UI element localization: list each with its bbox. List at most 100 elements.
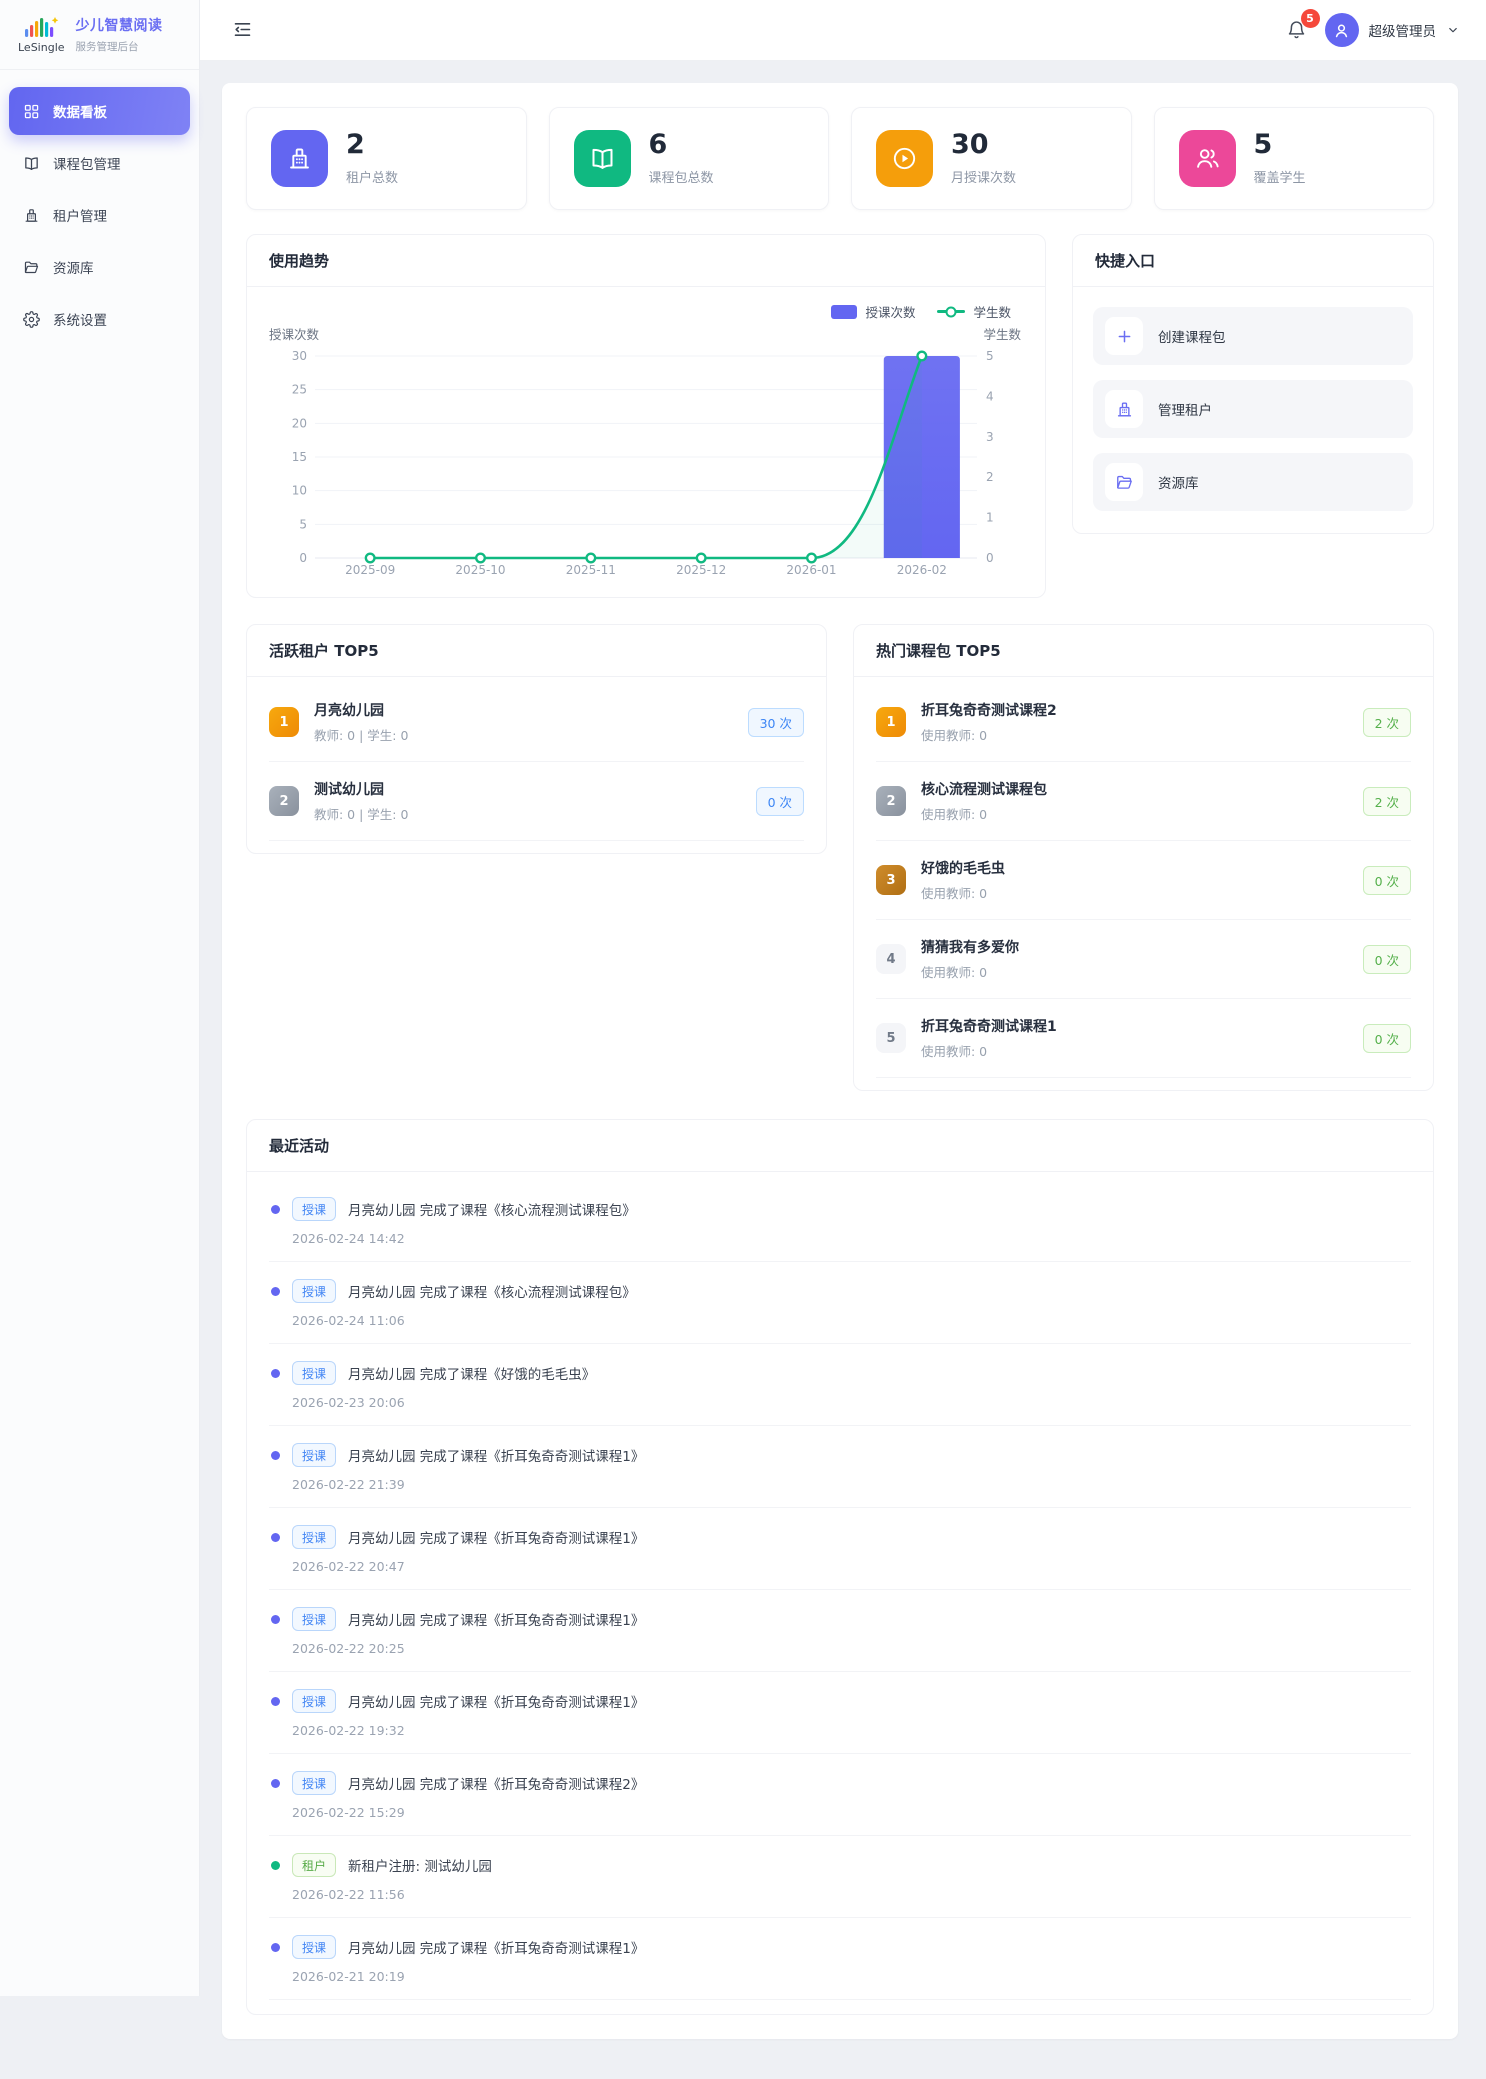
svg-text:20: 20 bbox=[292, 416, 307, 430]
brand-logo-text: LeSingle bbox=[18, 41, 65, 54]
activity-time: 2026-02-22 20:47 bbox=[292, 1559, 1411, 1574]
sidebar-item-label: 资源库 bbox=[53, 257, 94, 277]
package-row: 2 核心流程测试课程包 使用教师: 0 2 次 bbox=[876, 762, 1411, 841]
tenant-row: 2 测试幼儿园 教师: 0 | 学生: 0 0 次 bbox=[269, 762, 804, 841]
activity-text: 月亮幼儿园 完成了课程《折耳兔奇奇测试课程1》 bbox=[348, 1937, 644, 1957]
activity-item: 授课 月亮幼儿园 完成了课程《折耳兔奇奇测试课程1》 2026-02-21 20… bbox=[269, 1918, 1411, 2000]
brand-subtitle: 服务管理后台 bbox=[76, 39, 163, 54]
sidebar-item[interactable]: 资源库 bbox=[9, 243, 190, 291]
sidebar-item[interactable]: 系统设置 bbox=[9, 295, 190, 343]
svg-text:2025-11: 2025-11 bbox=[566, 563, 616, 577]
users-icon bbox=[1179, 130, 1236, 187]
tenant-meta: 教师: 0 | 学生: 0 bbox=[314, 804, 408, 823]
book-icon bbox=[23, 155, 40, 172]
activity-time: 2026-02-24 14:42 bbox=[292, 1231, 1411, 1246]
stat-label: 课程包总数 bbox=[649, 167, 714, 186]
trend-chart-svg: 051015202530012345授课次数学生数2025-092025-102… bbox=[267, 325, 1023, 583]
hot-packages-title: 热门课程包 TOP5 bbox=[854, 625, 1433, 677]
dashboard-panel: 2 租户总数 6 课程包总数 bbox=[222, 83, 1458, 2039]
activity-text: 月亮幼儿园 完成了课程《折耳兔奇奇测试课程1》 bbox=[348, 1527, 644, 1547]
activity-item: 授课 月亮幼儿园 完成了课程《折耳兔奇奇测试课程1》 2026-02-22 20… bbox=[269, 1508, 1411, 1590]
brand-title: 少儿智慧阅读 bbox=[76, 15, 163, 35]
sidebar-item[interactable]: 课程包管理 bbox=[9, 139, 190, 187]
brand-logo-block: LeSingle bbox=[18, 15, 65, 54]
quick-entry-item[interactable]: 资源库 bbox=[1093, 453, 1413, 511]
quick-entry-item[interactable]: 创建课程包 bbox=[1093, 307, 1413, 365]
quick-entry-label: 资源库 bbox=[1158, 472, 1199, 492]
sidebar-item-label: 租户管理 bbox=[53, 205, 107, 225]
package-name: 核心流程测试课程包 bbox=[921, 779, 1047, 799]
activity-type-badge: 授课 bbox=[292, 1197, 336, 1221]
legend-label: 学生数 bbox=[973, 302, 1011, 321]
svg-text:0: 0 bbox=[299, 551, 307, 565]
activity-time: 2026-02-22 21:39 bbox=[292, 1477, 1411, 1492]
tenant-name: 月亮幼儿园 bbox=[314, 700, 408, 720]
package-name: 折耳兔奇奇测试课程1 bbox=[921, 1016, 1057, 1036]
rank-badge: 4 bbox=[876, 944, 906, 974]
folder-icon bbox=[1105, 463, 1143, 501]
package-row: 4 猜猜我有多爱你 使用教师: 0 0 次 bbox=[876, 920, 1411, 999]
legend-label: 授课次数 bbox=[865, 302, 915, 321]
rank-badge: 1 bbox=[269, 707, 299, 737]
usage-trend-title: 使用趋势 bbox=[247, 235, 1045, 287]
usage-trend-chart: 授课次数 学生数 051015202530012345授课次数学生数2025-0… bbox=[247, 287, 1045, 597]
activity-type-badge: 租户 bbox=[292, 1853, 336, 1877]
user-name: 超级管理员 bbox=[1369, 20, 1437, 40]
svg-text:25: 25 bbox=[292, 383, 307, 397]
activity-text: 新租户注册: 测试幼儿园 bbox=[348, 1855, 492, 1875]
sidebar-collapse-button[interactable] bbox=[232, 19, 254, 41]
activity-type-badge: 授课 bbox=[292, 1607, 336, 1631]
usage-trend-card: 使用趋势 授课次数 学生数 bbox=[246, 234, 1046, 598]
quick-entry-item[interactable]: 管理租户 bbox=[1093, 380, 1413, 438]
stat-label: 覆盖学生 bbox=[1254, 167, 1306, 186]
package-meta: 使用教师: 0 bbox=[921, 1041, 1057, 1060]
activity-text: 月亮幼儿园 完成了课程《折耳兔奇奇测试课程1》 bbox=[348, 1445, 644, 1465]
svg-text:授课次数: 授课次数 bbox=[269, 327, 320, 342]
content-area: 2 租户总数 6 课程包总数 bbox=[200, 61, 1486, 2079]
chevron-down-icon bbox=[1446, 23, 1460, 37]
stats-row: 2 租户总数 6 课程包总数 bbox=[246, 107, 1434, 210]
package-count-badge: 2 次 bbox=[1363, 708, 1411, 737]
activity-item: 授课 月亮幼儿园 完成了课程《核心流程测试课程包》 2026-02-24 11:… bbox=[269, 1262, 1411, 1344]
rank-badge: 2 bbox=[876, 786, 906, 816]
tenant-count-badge: 30 次 bbox=[748, 708, 804, 737]
svg-text:0: 0 bbox=[986, 551, 994, 565]
sidebar-item[interactable]: 数据看板 bbox=[9, 87, 190, 135]
recent-activity-list: 授课 月亮幼儿园 完成了课程《核心流程测试课程包》 2026-02-24 14:… bbox=[247, 1172, 1433, 2014]
book-icon bbox=[574, 130, 631, 187]
recent-activity-title: 最近活动 bbox=[247, 1120, 1433, 1172]
package-meta: 使用教师: 0 bbox=[921, 962, 1019, 981]
stat-value: 6 bbox=[649, 131, 714, 159]
quick-entry-label: 创建课程包 bbox=[1158, 326, 1226, 346]
svg-text:学生数: 学生数 bbox=[983, 327, 1021, 342]
active-tenants-card: 活跃租户 TOP5 1 月亮幼儿园 教师: 0 | 学生: 0 30 次 bbox=[246, 624, 827, 854]
activity-text: 月亮幼儿园 完成了课程《折耳兔奇奇测试课程1》 bbox=[348, 1609, 644, 1629]
svg-text:5: 5 bbox=[299, 517, 307, 531]
avatar bbox=[1325, 13, 1359, 47]
user-menu[interactable]: 超级管理员 bbox=[1325, 13, 1461, 47]
active-tenants-title: 活跃租户 TOP5 bbox=[247, 625, 826, 677]
package-row: 5 折耳兔奇奇测试课程1 使用教师: 0 0 次 bbox=[876, 999, 1411, 1078]
legend-item[interactable]: 学生数 bbox=[937, 302, 1011, 321]
activity-type-badge: 授课 bbox=[292, 1689, 336, 1713]
activity-dot bbox=[271, 1369, 280, 1378]
folder-icon bbox=[23, 259, 40, 276]
activity-dot bbox=[271, 1615, 280, 1624]
svg-text:3: 3 bbox=[986, 430, 994, 444]
activity-item: 授课 月亮幼儿园 完成了课程《折耳兔奇奇测试课程1》 2026-02-22 19… bbox=[269, 1672, 1411, 1754]
sidebar-item-label: 数据看板 bbox=[53, 101, 107, 121]
sidebar-item[interactable]: 租户管理 bbox=[9, 191, 190, 239]
legend-item[interactable]: 授课次数 bbox=[831, 302, 915, 321]
building-icon bbox=[23, 207, 40, 224]
activity-text: 月亮幼儿园 完成了课程《好饿的毛毛虫》 bbox=[348, 1363, 595, 1383]
hot-packages-list: 1 折耳兔奇奇测试课程2 使用教师: 0 2 次 2 bbox=[854, 677, 1433, 1090]
notifications-button[interactable]: 5 bbox=[1286, 19, 1308, 41]
package-count-badge: 2 次 bbox=[1363, 787, 1411, 816]
svg-text:2: 2 bbox=[986, 470, 994, 484]
legend-swatch bbox=[831, 305, 857, 319]
svg-text:2025-09: 2025-09 bbox=[345, 563, 395, 577]
package-name: 好饿的毛毛虫 bbox=[921, 858, 1005, 878]
stat-card: 2 租户总数 bbox=[246, 107, 527, 210]
sidebar: LeSingle 少儿智慧阅读 服务管理后台 数据看板 课程包管理 租户管理 bbox=[0, 0, 200, 1996]
sidebar-item-label: 课程包管理 bbox=[53, 153, 121, 173]
